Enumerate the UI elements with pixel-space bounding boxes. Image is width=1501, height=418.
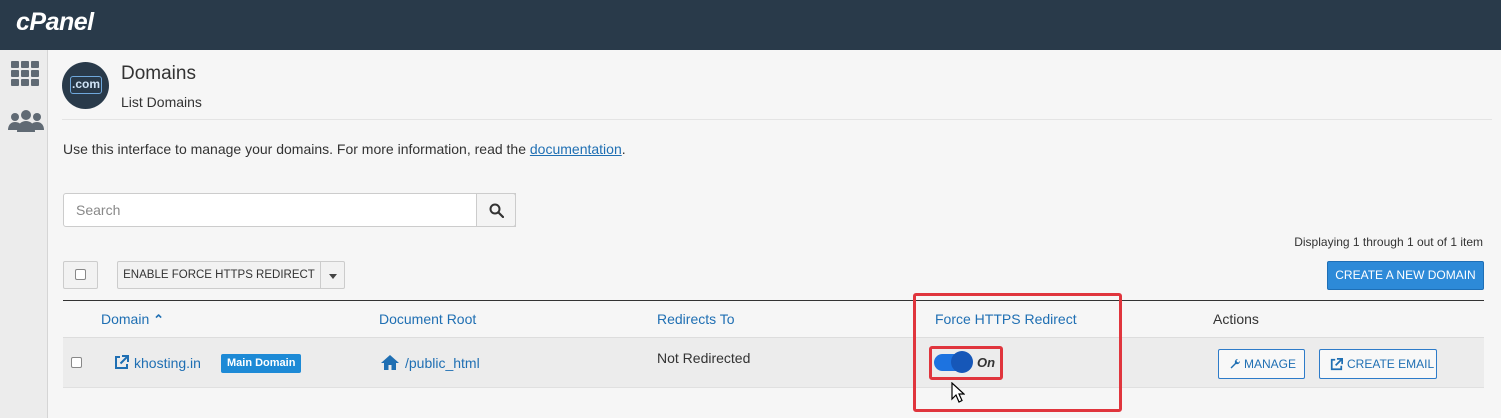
search-icon	[489, 203, 504, 218]
table-top-border	[63, 300, 1484, 301]
column-header-actions: Actions	[1213, 311, 1259, 327]
domains-icon: .com	[62, 62, 109, 109]
home-icon	[381, 355, 399, 370]
users-icon[interactable]	[8, 108, 44, 136]
chevron-down-icon[interactable]	[320, 261, 345, 289]
highlight-box-toggle	[929, 346, 1003, 380]
page-header: .com Domains List Domains	[62, 60, 1492, 120]
document-root-link[interactable]: /public_html	[405, 355, 480, 371]
manage-button[interactable]: MANAGE	[1218, 349, 1305, 379]
domain-link[interactable]: khosting.in	[134, 355, 201, 371]
row-checkbox[interactable]	[71, 357, 82, 368]
external-link-icon	[115, 355, 129, 369]
create-domain-button[interactable]: CREATE A NEW DOMAIN	[1327, 261, 1484, 290]
sort-ascending-icon: ⌃	[153, 312, 165, 327]
sidebar	[0, 50, 48, 418]
create-email-button[interactable]: CREATE EMAIL	[1319, 349, 1437, 379]
column-header-redirects-to[interactable]: Redirects To	[657, 311, 735, 327]
external-link-icon	[1330, 358, 1343, 371]
wrench-icon	[1230, 358, 1241, 369]
main-domain-badge: Main Domain	[221, 354, 302, 373]
enable-force-https-button[interactable]: ENABLE FORCE HTTPS REDIRECT	[117, 261, 321, 289]
documentation-link[interactable]: documentation	[530, 141, 622, 157]
select-all-wrapper	[63, 261, 98, 289]
search-box	[63, 193, 516, 227]
search-button[interactable]	[476, 193, 516, 227]
column-header-domain[interactable]: Domain ⌃	[101, 311, 164, 328]
grid-icon[interactable]	[10, 60, 40, 88]
main-content: .com Domains List Domains Use this inter…	[48, 50, 1501, 418]
cpanel-logo[interactable]: cPanel	[16, 8, 94, 37]
search-input[interactable]	[64, 194, 515, 226]
page-title: Domains	[121, 63, 196, 84]
intro-text: Use this interface to manage your domain…	[63, 141, 626, 157]
select-all-checkbox[interactable]	[75, 269, 86, 280]
page-subtitle: List Domains	[121, 94, 202, 110]
pagination-info: Displaying 1 through 1 out of 1 item	[1294, 235, 1483, 249]
top-bar: cPanel	[0, 0, 1501, 50]
column-header-document-root[interactable]: Document Root	[379, 311, 476, 327]
redirects-to-value: Not Redirected	[657, 350, 751, 366]
mouse-cursor-icon	[951, 382, 965, 403]
